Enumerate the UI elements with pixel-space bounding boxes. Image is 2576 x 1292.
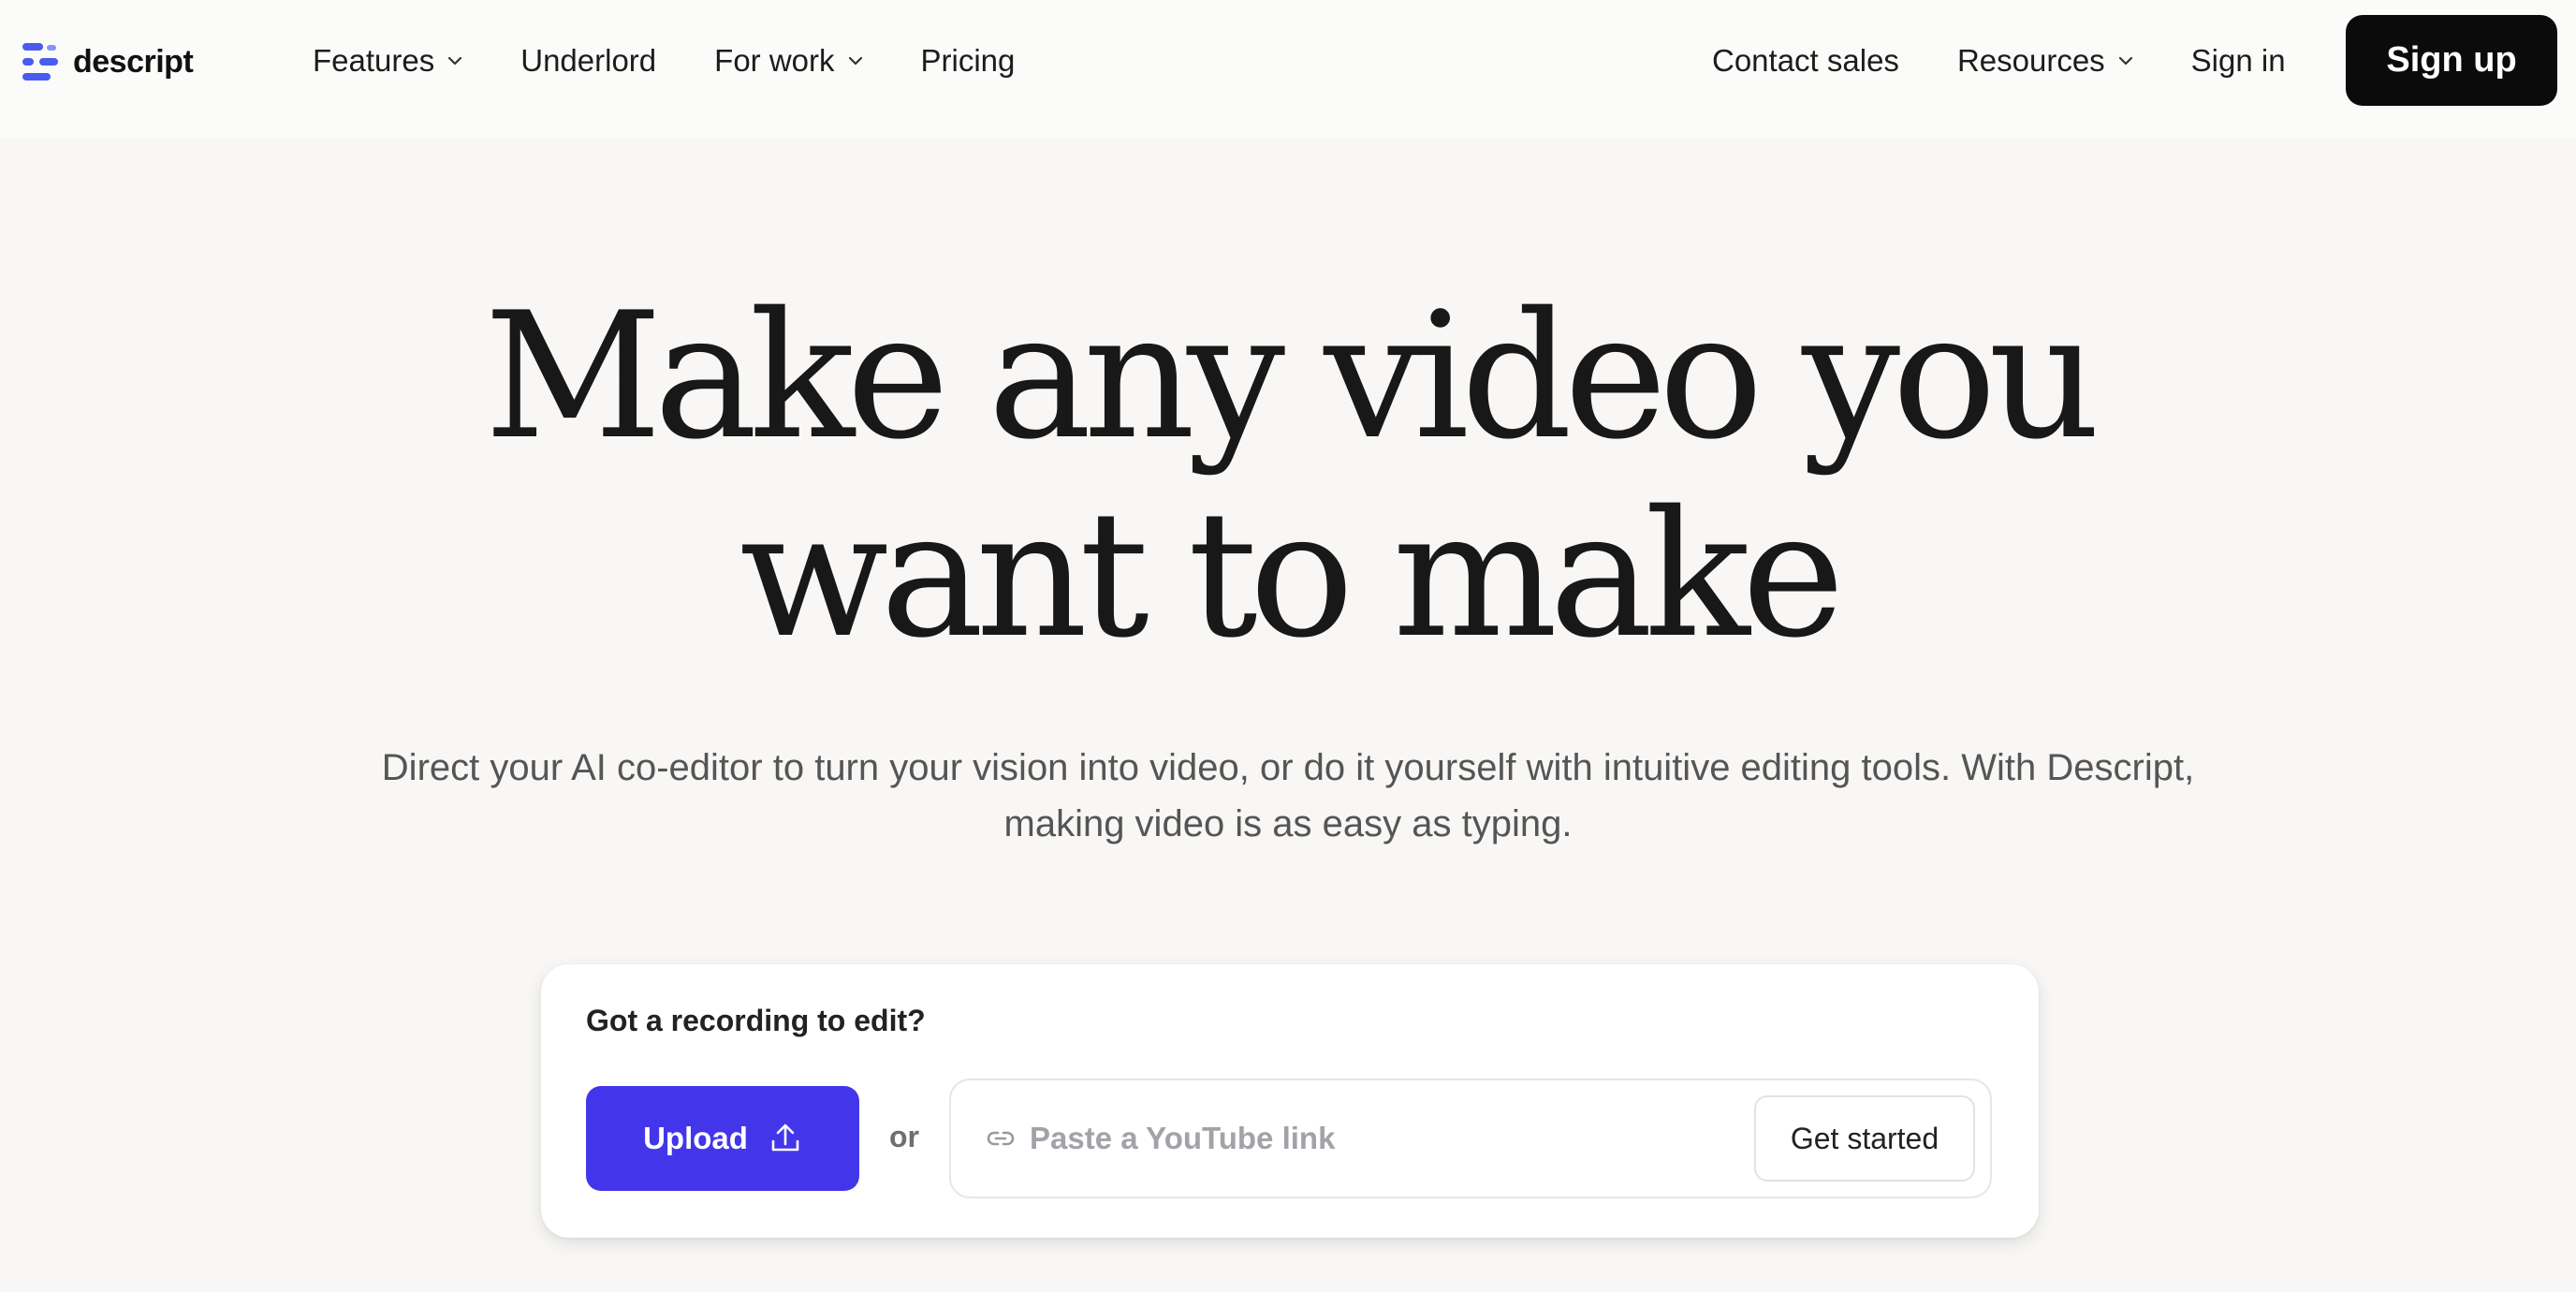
upload-prompt: Got a recording to edit? bbox=[586, 1004, 926, 1037]
nav-for-work[interactable]: For work bbox=[714, 43, 862, 79]
nav-features-label: Features bbox=[313, 43, 435, 78]
nav-resources-label: Resources bbox=[1956, 43, 2105, 78]
upload-card: Got a recording to edit? Upload or Get s… bbox=[541, 964, 2039, 1238]
nav-sign-in[interactable]: Sign in bbox=[2191, 43, 2286, 79]
sign-up-button[interactable]: Sign up bbox=[2346, 15, 2557, 106]
chevron-down-icon bbox=[2118, 56, 2132, 66]
secondary-nav: Contact sales Resources Sign in bbox=[1712, 37, 2286, 84]
nav-pricing-label: Pricing bbox=[920, 43, 1016, 78]
hero-subtitle: Direct your AI co-editor to turn your vi… bbox=[381, 747, 2195, 844]
nav-features[interactable]: Features bbox=[313, 43, 462, 79]
chevron-down-icon bbox=[848, 56, 862, 66]
youtube-link-input[interactable] bbox=[1030, 1108, 1778, 1168]
nav-contact-sales-label: Contact sales bbox=[1712, 43, 1899, 78]
youtube-link-field: Get started bbox=[949, 1079, 1992, 1198]
nav-underlord-label: Underlord bbox=[520, 43, 657, 78]
upload-button-label: Upload bbox=[643, 1121, 748, 1155]
descript-logo-icon bbox=[22, 43, 58, 81]
top-navigation: descript Features Underlord For work Pri… bbox=[0, 0, 2576, 139]
chevron-down-icon bbox=[448, 56, 462, 66]
nav-resources[interactable]: Resources bbox=[1957, 43, 2133, 79]
nav-pricing[interactable]: Pricing bbox=[921, 43, 1016, 79]
brand-name: descript bbox=[73, 43, 194, 80]
upload-button[interactable]: Upload bbox=[586, 1086, 859, 1191]
nav-for-work-label: For work bbox=[714, 43, 835, 78]
or-separator: or bbox=[889, 1120, 919, 1153]
primary-nav: Features Underlord For work Pricing bbox=[313, 37, 1015, 84]
hero-title-line-1: Make any video you bbox=[484, 274, 2100, 477]
descript-logo[interactable]: descript bbox=[22, 41, 194, 82]
link-icon bbox=[987, 1131, 1015, 1146]
nav-sign-in-label: Sign in bbox=[2190, 43, 2286, 78]
hero-title-line-2: want to make bbox=[739, 473, 1845, 676]
nav-contact-sales[interactable]: Contact sales bbox=[1712, 43, 1899, 79]
upload-icon bbox=[771, 1123, 799, 1152]
nav-underlord[interactable]: Underlord bbox=[520, 43, 656, 79]
hero-title: Make any video you want to make bbox=[0, 277, 2576, 674]
get-started-button[interactable]: Get started bbox=[1754, 1095, 1975, 1182]
